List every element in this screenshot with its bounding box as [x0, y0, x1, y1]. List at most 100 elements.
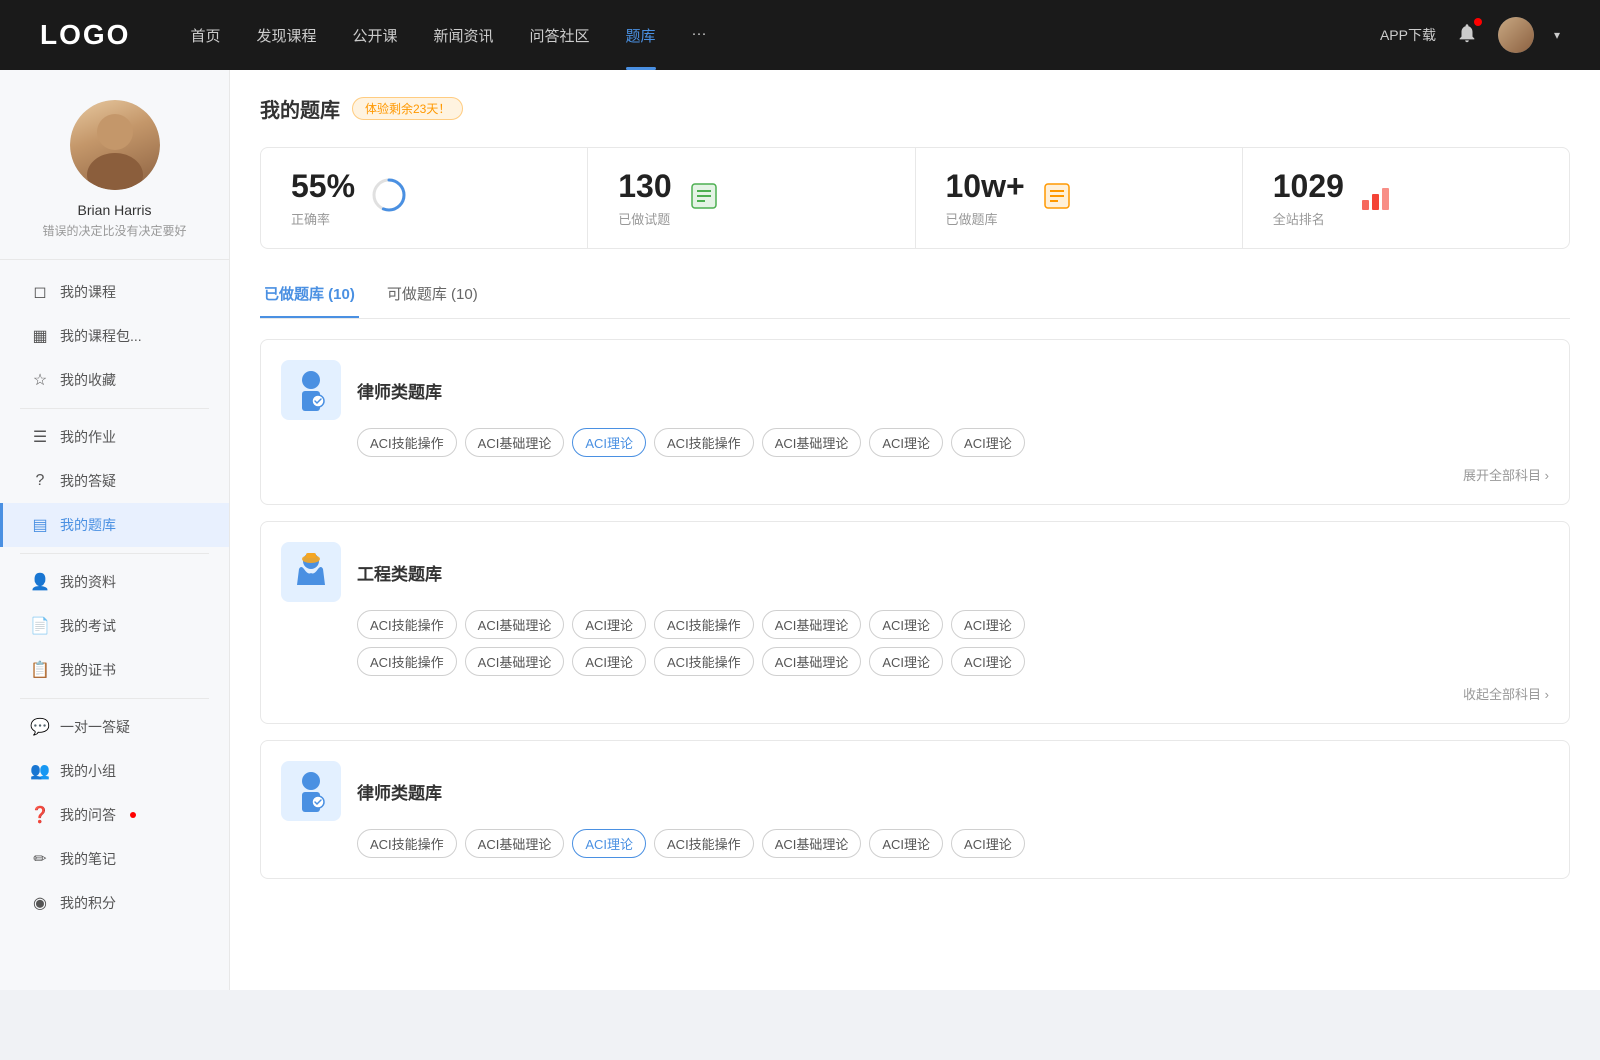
nav-news[interactable]: 新闻资讯 — [434, 25, 494, 46]
sidebar-item-my-qa[interactable]: ❓ 我的问答 — [0, 793, 229, 837]
tag[interactable]: ACI基础理论 — [762, 610, 862, 639]
star-icon: ☆ — [30, 370, 50, 390]
stat-value: 10w+ 已做题库 — [946, 168, 1025, 228]
sidebar-divider-3 — [20, 698, 209, 699]
tag[interactable]: ACI技能操作 — [654, 428, 754, 457]
sidebar-label: 我的笔记 — [60, 849, 116, 869]
tag[interactable]: ACI技能操作 — [654, 610, 754, 639]
sidebar-label: 我的问答 — [60, 805, 116, 825]
qa-dot-badge — [130, 812, 136, 818]
tag[interactable]: ACI基础理论 — [465, 829, 565, 858]
sidebar-item-qa[interactable]: ? 我的答疑 — [0, 459, 229, 503]
tag-active[interactable]: ACI理论 — [572, 829, 646, 858]
profile-avatar — [70, 100, 160, 190]
sidebar-item-points[interactable]: ◉ 我的积分 — [0, 881, 229, 925]
tag[interactable]: ACI理论 — [572, 647, 646, 676]
sidebar-item-1on1[interactable]: 💬 一对一答疑 — [0, 705, 229, 749]
sidebar-item-favorites[interactable]: ☆ 我的收藏 — [0, 358, 229, 402]
sidebar-item-notes[interactable]: ✏ 我的笔记 — [0, 837, 229, 881]
tab-available[interactable]: 可做题库 (10) — [383, 273, 482, 318]
nav-more[interactable]: ··· — [692, 25, 707, 46]
tag[interactable]: ACI理论 — [572, 610, 646, 639]
tag[interactable]: ACI基础理论 — [762, 829, 862, 858]
notes-icon: ✏ — [30, 849, 50, 869]
header: LOGO 首页 发现课程 公开课 新闻资讯 问答社区 题库 ··· APP下载 … — [0, 0, 1600, 70]
course-icon: ◻ — [30, 282, 50, 302]
group-icon: 👥 — [30, 761, 50, 781]
chat-icon: 💬 — [30, 717, 50, 737]
questions-icon — [688, 180, 720, 217]
sidebar-item-certificate[interactable]: 📋 我的证书 — [0, 648, 229, 692]
sidebar-item-exams[interactable]: 📄 我的考试 — [0, 604, 229, 648]
app-download-button[interactable]: APP下载 — [1380, 25, 1436, 45]
tab-done[interactable]: 已做题库 (10) — [260, 273, 359, 318]
tabs: 已做题库 (10) 可做题库 (10) — [260, 273, 1570, 319]
qbank-section-lawyer-2: 律师类题库 ACI技能操作 ACI基础理论 ACI理论 ACI技能操作 ACI基… — [260, 740, 1570, 879]
tag[interactable]: ACI理论 — [951, 647, 1025, 676]
logo[interactable]: LOGO — [40, 19, 130, 51]
page-header: 我的题库 体验剩余23天！ — [260, 94, 1570, 123]
tag[interactable]: ACI技能操作 — [357, 428, 457, 457]
tag[interactable]: ACI技能操作 — [357, 647, 457, 676]
tag[interactable]: ACI基础理论 — [465, 647, 565, 676]
sidebar-label: 我的积分 — [60, 893, 116, 913]
sidebar-item-profile[interactable]: 👤 我的资料 — [0, 560, 229, 604]
main-nav: 首页 发现课程 公开课 新闻资讯 问答社区 题库 ··· — [190, 25, 1380, 46]
question-icon: ? — [30, 472, 50, 490]
tag[interactable]: ACI理论 — [869, 428, 943, 457]
sidebar-item-group[interactable]: 👥 我的小组 — [0, 749, 229, 793]
profile-name: Brian Harris — [20, 202, 209, 218]
engineer-icon — [281, 542, 341, 602]
sidebar-divider-2 — [20, 553, 209, 554]
tag[interactable]: ACI基础理论 — [762, 428, 862, 457]
ranking-icon — [1360, 180, 1392, 217]
nav-courses[interactable]: 发现课程 — [256, 25, 316, 46]
collapse-button[interactable]: 收起全部科目 › — [281, 684, 1549, 703]
homework-icon: ☰ — [30, 427, 50, 447]
cert-icon: 📋 — [30, 660, 50, 680]
sidebar: Brian Harris 错误的决定比没有决定要好 ◻ 我的课程 ▦ 我的课程包… — [0, 70, 230, 990]
qbank-title-1: 律师类题库 — [357, 378, 442, 403]
tag[interactable]: ACI技能操作 — [357, 829, 457, 858]
sidebar-item-homework[interactable]: ☰ 我的作业 — [0, 415, 229, 459]
tag[interactable]: ACI理论 — [869, 647, 943, 676]
tag[interactable]: ACI理论 — [869, 829, 943, 858]
sidebar-item-my-courses[interactable]: ◻ 我的课程 — [0, 270, 229, 314]
user-avatar[interactable] — [1498, 17, 1534, 53]
nav-qbank[interactable]: 题库 — [626, 25, 656, 46]
qbank-title-2: 工程类题库 — [357, 560, 442, 585]
tag[interactable]: ACI技能操作 — [357, 610, 457, 639]
tag[interactable]: ACI基础理论 — [762, 647, 862, 676]
stat-ranking: 1029 全站排名 — [1242, 148, 1569, 248]
sidebar-item-qbank[interactable]: ▤ 我的题库 — [0, 503, 229, 547]
nav-open-course[interactable]: 公开课 — [352, 25, 397, 46]
sidebar-divider-1 — [20, 408, 209, 409]
tag[interactable]: ACI基础理论 — [465, 428, 565, 457]
tag[interactable]: ACI理论 — [951, 428, 1025, 457]
tag[interactable]: ACI理论 — [951, 829, 1025, 858]
my-qa-icon: ❓ — [30, 805, 50, 825]
tag-active[interactable]: ACI理论 — [572, 428, 646, 457]
lawyer-icon-2 — [281, 761, 341, 821]
qbank-tags-3: ACI技能操作 ACI基础理论 ACI理论 ACI技能操作 ACI基础理论 AC… — [357, 829, 1549, 858]
stat-value: 130 已做试题 — [618, 168, 671, 228]
user-menu-chevron[interactable]: ▾ — [1554, 28, 1560, 42]
nav-home[interactable]: 首页 — [190, 25, 220, 46]
nav-qa[interactable]: 问答社区 — [530, 25, 590, 46]
expand-button-1[interactable]: 展开全部科目 › — [281, 465, 1549, 484]
main-content: 我的题库 体验剩余23天！ 55% 正确率 130 — [230, 70, 1600, 990]
tag[interactable]: ACI技能操作 — [654, 647, 754, 676]
tag[interactable]: ACI理论 — [951, 610, 1025, 639]
sidebar-label: 我的小组 — [60, 761, 116, 781]
notification-bell[interactable] — [1456, 22, 1478, 49]
sidebar-label: 一对一答疑 — [60, 717, 130, 737]
stat-banks-done: 10w+ 已做题库 — [915, 148, 1242, 248]
sidebar-item-course-packages[interactable]: ▦ 我的课程包... — [0, 314, 229, 358]
tag[interactable]: ACI基础理论 — [465, 610, 565, 639]
tag[interactable]: ACI理论 — [869, 610, 943, 639]
profile-section: Brian Harris 错误的决定比没有决定要好 — [0, 100, 229, 260]
qbank-icon: ▤ — [30, 515, 50, 535]
header-right: APP下载 ▾ — [1380, 17, 1560, 53]
tag[interactable]: ACI技能操作 — [654, 829, 754, 858]
qbank-header-3: 律师类题库 — [281, 761, 1549, 821]
